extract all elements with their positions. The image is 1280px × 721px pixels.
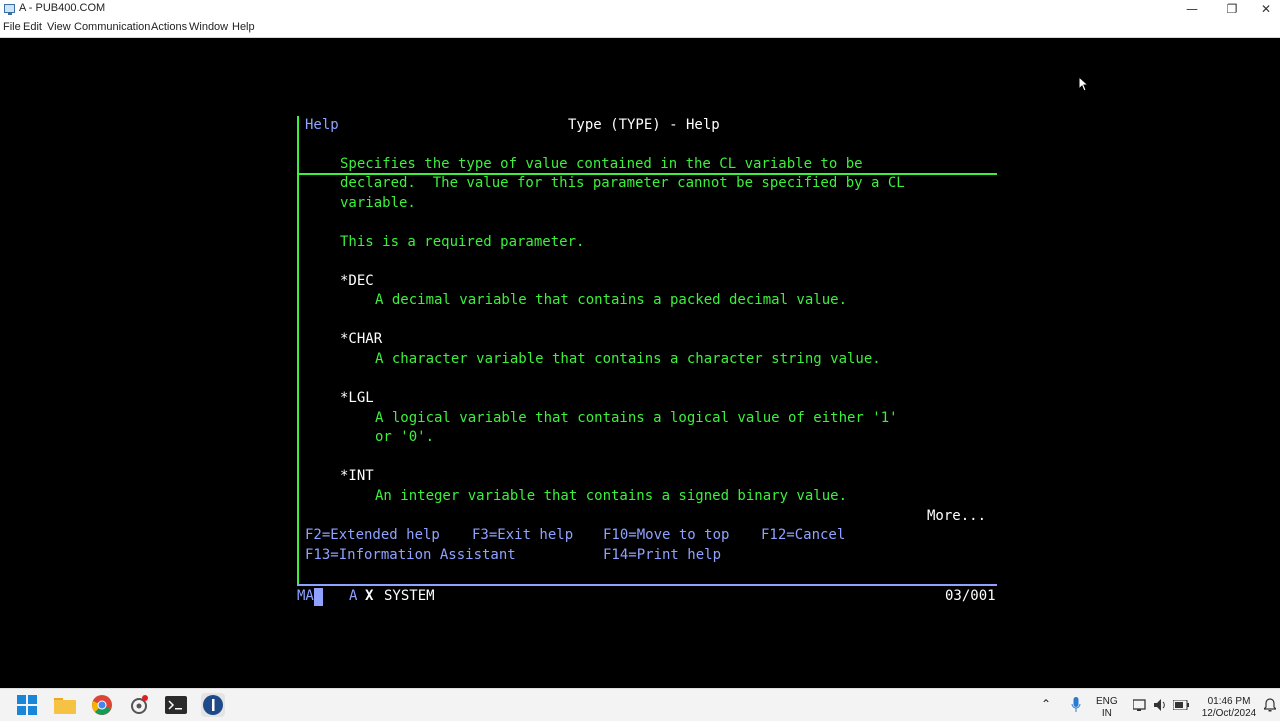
help-window-left-border [297,116,299,584]
chrome-icon[interactable] [90,693,114,717]
notification-bell-icon[interactable] [1262,693,1278,717]
help-window-bottom-border [297,584,997,586]
option-description: A logical variable that contains a logic… [375,410,898,426]
help-title: Type (TYPE) - Help [568,117,720,133]
close-button[interactable]: ✕ [1246,1,1280,18]
battery-icon[interactable] [1169,693,1193,717]
menu-edit[interactable]: Edit [23,21,42,33]
file-explorer-icon[interactable] [53,693,77,717]
language-code: ENG [1096,696,1118,707]
help-text-line: Specifies the type of value contained in… [340,156,863,172]
option-description: A decimal variable that contains a packe… [375,292,848,308]
menu-actions[interactable]: Actions [151,21,187,33]
more-indicator: More... [927,508,987,524]
app-settings-icon[interactable] [127,693,151,717]
help-text-line: variable. [340,195,416,211]
f13-information-assistant-key[interactable]: F13=Information Assistant [305,546,516,565]
option-name: *DEC [340,273,374,289]
ibm-i-access-icon[interactable] [201,693,225,717]
option-description: or '0'. [375,429,435,445]
option-description: A character variable that contains a cha… [375,351,881,367]
menu-communication[interactable]: Communication [74,21,150,33]
f2-extended-help-key[interactable]: F2=Extended help [305,526,440,545]
f10-move-to-top-key[interactable]: F10=Move to top [603,526,729,545]
option-name: *CHAR [340,331,383,347]
help-text-line: declared. The value for this parameter c… [340,175,905,191]
minimize-button[interactable]: — [1172,1,1212,18]
status-session: A [349,588,358,604]
f12-cancel-key[interactable]: F12=Cancel [761,526,845,545]
cursor-position: 03/001 [945,588,996,604]
terminal-app-icon [4,4,15,15]
show-hidden-icons-chevron-icon[interactable]: ⌃ [1041,698,1051,710]
menu-view[interactable]: View [47,21,71,33]
f3-exit-help-key[interactable]: F3=Exit help [472,526,573,545]
title-bar: A - PUB400.COM — ❐ ✕ [0,0,1280,19]
clock-time: 01:46 PM [1207,696,1251,707]
option-name: *INT [340,468,374,484]
cursor-block [314,588,323,606]
f14-print-help-key[interactable]: F14=Print help [603,546,721,565]
help-label: Help [305,117,339,133]
option-description: An integer variable that contains a sign… [375,488,848,504]
language-indicator[interactable]: ENG IN [1096,696,1118,720]
status-ma: MA [297,588,314,604]
required-note: This is a required parameter. [340,234,585,250]
terminal-screen[interactable]: Help Type (TYPE) - Help Specifies the ty… [0,38,1280,688]
taskbar: ⌃ ENG IN 01:46 PM 12/Oct/2024 [0,688,1280,721]
menu-help[interactable]: Help [232,21,255,33]
menu-window[interactable]: Window [189,21,228,33]
mouse-pointer-icon [1078,76,1088,92]
window-title: A - PUB400.COM [19,2,106,14]
menu-bar: File Edit View Communication Actions Win… [0,19,1280,38]
input-inhibited-x: X [365,588,374,604]
microphone-icon[interactable] [1064,693,1088,717]
status-system: SYSTEM [384,588,435,604]
terminal-icon[interactable] [164,693,188,717]
region-code: IN [1101,708,1112,719]
option-name: *LGL [340,390,374,406]
menu-file[interactable]: File [3,21,21,33]
start-windows-icon[interactable] [15,693,39,717]
clock[interactable]: 01:46 PM 12/Oct/2024 [1198,696,1260,720]
clock-date: 12/Oct/2024 [1201,708,1257,719]
